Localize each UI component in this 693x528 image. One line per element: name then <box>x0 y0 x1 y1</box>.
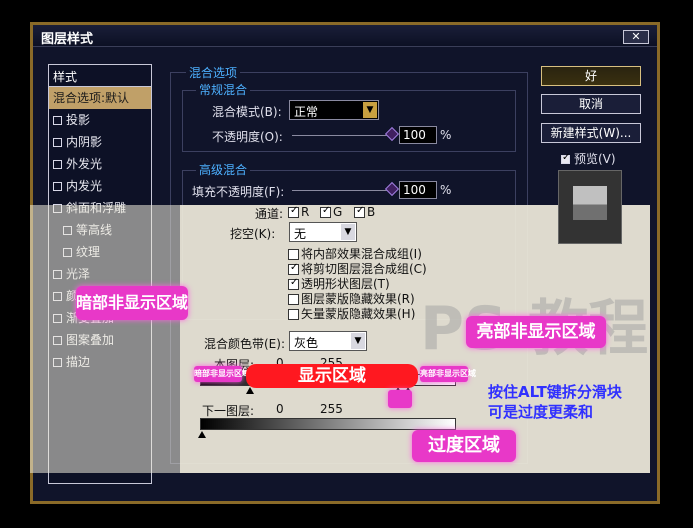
checkbox-icon[interactable] <box>53 182 62 191</box>
channel-b-check <box>354 205 365 218</box>
knockout-dropdown[interactable]: 无 ▼ <box>289 222 357 242</box>
underlying-layer-gradient <box>200 418 456 430</box>
checkbox-icon <box>288 309 299 320</box>
checkbox-icon <box>288 249 299 260</box>
advanced-option-label: 矢量蒙版隐藏效果(H) <box>301 307 416 321</box>
checkbox-icon[interactable] <box>53 160 62 169</box>
visible-area-annotation: 显示区域 <box>246 364 418 388</box>
opacity-label: 不透明度(O): <box>212 130 283 144</box>
channel-r[interactable]: R <box>288 205 309 219</box>
preview-thumbnail <box>558 170 622 244</box>
blend-if-value: 灰色 <box>294 336 319 350</box>
underlying-layer-max: 255 <box>320 402 343 416</box>
checkbox-icon[interactable] <box>53 138 62 147</box>
blend-if-dropdown[interactable]: 灰色 ▼ <box>289 331 367 351</box>
chevron-down-icon: ▼ <box>351 333 365 349</box>
dialog-title: 图层样式 <box>41 32 94 47</box>
styles-list-header: 样式 <box>49 65 151 87</box>
alt-split-tip: 按住ALT键拆分滑块 可是过度更柔和 <box>488 382 622 422</box>
chevron-down-icon: ▼ <box>363 102 377 118</box>
underlying-black-slider[interactable] <box>198 431 206 438</box>
advanced-option-label: 将内部效果混合成组(I) <box>301 247 422 261</box>
dark-hidden-small-label: 暗部非显示区域 <box>194 366 250 382</box>
channel-b[interactable]: B <box>354 205 375 219</box>
advanced-blending-title: 高级混合 <box>196 161 251 178</box>
underlying-layer-label: 下一图层: <box>202 404 255 418</box>
this-layer-black-slider[interactable] <box>246 387 254 394</box>
channels-label: 通道: <box>255 207 284 221</box>
light-hidden-annotation: 亮部非显示区域 <box>466 316 606 348</box>
checkbox-icon <box>288 277 299 290</box>
advanced-option-label: 透明形状图层(T) <box>301 277 390 291</box>
fill-opacity-slider-track[interactable] <box>292 190 392 191</box>
opacity-slider-track[interactable] <box>292 135 392 136</box>
opacity-input[interactable]: 100 <box>399 126 437 144</box>
preview-swatch <box>573 186 607 220</box>
fill-opacity-label: 填充不透明度(F): <box>192 185 285 199</box>
blend-mode-value: 正常 <box>294 105 319 119</box>
style-list-item-label: 内发光 <box>66 179 103 193</box>
preview-label: 预览(V) <box>574 152 616 166</box>
blend-if-label: 混合颜色带(E): <box>204 337 285 351</box>
style-list-item-label: 外发光 <box>66 157 103 171</box>
alt-split-tip-line1: 按住ALT键拆分滑块 <box>488 383 622 401</box>
blend-options-title: 混合选项 <box>186 64 241 81</box>
fill-opacity-input[interactable]: 100 <box>399 181 437 199</box>
style-list-item[interactable]: 投影 <box>49 109 151 131</box>
advanced-option-label: 图层蒙版隐藏效果(R) <box>301 292 415 306</box>
blend-mode-dropdown[interactable]: 正常 ▼ <box>289 100 379 120</box>
ok-button[interactable]: 好 <box>541 66 641 86</box>
advanced-option-label: 将剪切图层混合成组(C) <box>301 262 427 276</box>
channel-r-check <box>288 205 299 218</box>
overlay-left <box>30 205 180 473</box>
general-blending-title: 常规混合 <box>196 81 251 98</box>
knockout-value: 无 <box>294 227 307 241</box>
preview-checkbox[interactable]: 预览(V) <box>561 150 616 167</box>
checkbox-icon <box>288 262 299 275</box>
checkbox-icon <box>288 294 299 305</box>
channel-g-check <box>320 205 331 218</box>
light-hidden-small-label: 亮部非显示区域 <box>420 366 476 382</box>
transition-connector <box>388 390 412 408</box>
style-list-item-label: 投影 <box>66 113 91 127</box>
style-list-item[interactable]: 外发光 <box>49 153 151 175</box>
underlying-layer-min: 0 <box>276 402 284 416</box>
close-button[interactable]: ✕ <box>623 30 649 44</box>
advanced-option-checkbox[interactable]: 矢量蒙版隐藏效果(H) <box>288 305 415 322</box>
checkbox-icon[interactable] <box>53 116 62 125</box>
style-list-item[interactable]: 内阴影 <box>49 131 151 153</box>
title-bar: 图层样式 ✕ <box>33 25 657 47</box>
new-style-button[interactable]: 新建样式(W)... <box>541 123 641 143</box>
knockout-label: 挖空(K): <box>230 227 276 241</box>
style-list-item[interactable]: 内发光 <box>49 175 151 197</box>
channel-g[interactable]: G <box>320 205 342 219</box>
dark-hidden-annotation: 暗部非显示区域 <box>76 286 188 320</box>
style-list-item-label: 混合选项:默认 <box>53 91 130 105</box>
blend-mode-label: 混合模式(B): <box>212 105 282 119</box>
alt-split-tip-line2: 可是过度更柔和 <box>488 403 594 421</box>
opacity-percent: % <box>440 128 452 142</box>
chevron-down-icon: ▼ <box>341 224 355 240</box>
style-list-item-label: 内阴影 <box>66 135 103 149</box>
fill-opacity-percent: % <box>440 183 452 197</box>
cancel-button[interactable]: 取消 <box>541 94 641 114</box>
transition-area-annotation: 过度区域 <box>412 430 516 462</box>
style-list-item[interactable]: 混合选项:默认 <box>49 87 151 109</box>
preview-check-icon <box>561 152 570 164</box>
